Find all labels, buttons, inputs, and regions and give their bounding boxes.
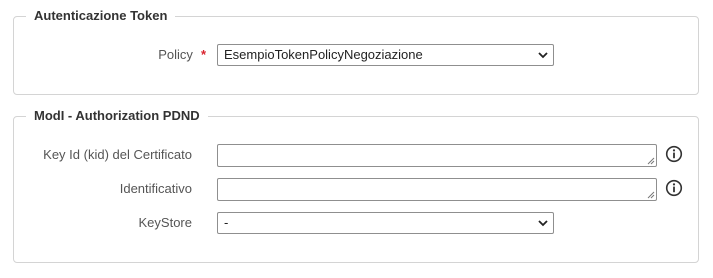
token-auth-fieldset: Autenticazione Token Policy * EsempioToke… [13, 8, 699, 95]
pdnd-fieldset: ModI - Authorization PDND Key Id (kid) d… [13, 108, 699, 263]
identificativo-textarea[interactable] [217, 178, 657, 201]
required-asterisk: * [200, 47, 206, 62]
token-auth-legend: Autenticazione Token [26, 8, 176, 24]
policy-select[interactable]: EsempioTokenPolicyNegoziazione [217, 44, 554, 66]
pdnd-legend: ModI - Authorization PDND [26, 108, 208, 124]
info-icon[interactable] [665, 145, 683, 163]
policy-label: Policy [158, 47, 193, 62]
chevron-down-icon [538, 52, 548, 59]
policy-label-group: Policy * [114, 47, 206, 63]
resize-grip-icon[interactable] [646, 156, 655, 165]
kid-label: Key Id (kid) del Certificato [43, 147, 192, 162]
policy-select-value: EsempioTokenPolicyNegoziazione [224, 47, 423, 62]
keystore-label: KeyStore [138, 215, 192, 230]
keystore-select[interactable]: - [217, 212, 554, 234]
keystore-select-value: - [224, 215, 229, 230]
identificativo-label: Identificativo [119, 181, 192, 196]
kid-textarea[interactable] [217, 144, 657, 167]
chevron-down-icon [538, 220, 548, 227]
info-icon[interactable] [665, 179, 683, 197]
resize-grip-icon[interactable] [646, 190, 655, 199]
